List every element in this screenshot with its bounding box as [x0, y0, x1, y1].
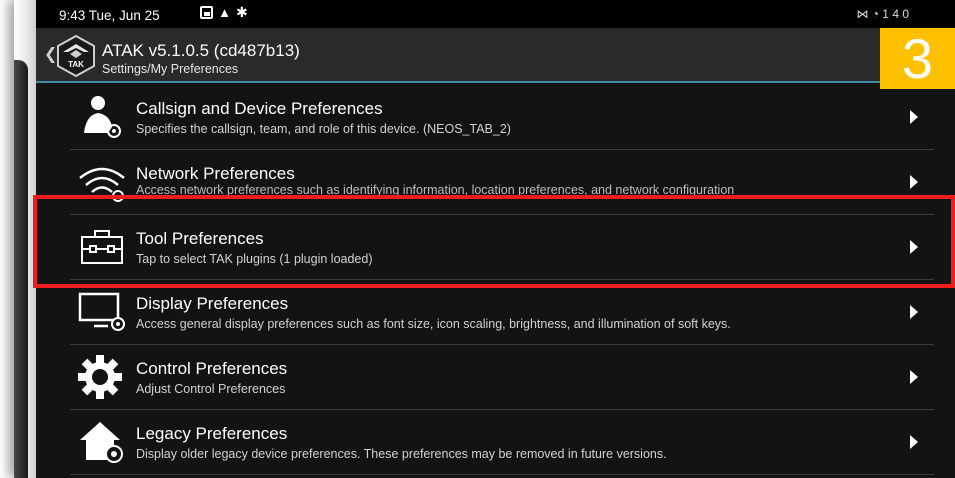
device-bezel-shadow: [14, 60, 28, 478]
pref-title: Callsign and Device Preferences: [136, 99, 383, 118]
notification-icon: ▲: [218, 5, 231, 20]
status-bar: 9:43 Tue, Jun 25 ▲ ✱ ⋈ ◔ 1 4 0: [36, 0, 955, 28]
pref-item-display[interactable]: Display Preferences Access general displ…: [70, 280, 934, 345]
chevron-right-icon: [910, 435, 918, 449]
pref-description: Specifies the callsign, team, and role o…: [136, 122, 511, 136]
gear-icon: [78, 355, 122, 399]
app-bar-divider: [36, 81, 955, 83]
chevron-right-icon: [910, 110, 918, 124]
house-gear-icon: [80, 422, 123, 463]
highlight-box: [33, 195, 955, 288]
pref-title: Display Preferences: [136, 294, 289, 313]
chevron-right-icon: [910, 370, 918, 384]
pref-item-callsign-device[interactable]: Callsign and Device Preferences Specifie…: [70, 85, 934, 150]
settings-icon: ✱: [236, 4, 248, 20]
monitor-gear-icon: [78, 292, 125, 331]
gallery-icon: [200, 6, 213, 19]
pref-description: Display older legacy device preferences.…: [136, 447, 667, 461]
app-title: ATAK v5.1.0.5 (cd487b13): [102, 41, 300, 60]
pref-item-control[interactable]: Control Preferences Adjust Control Prefe…: [70, 345, 934, 410]
pref-item-legacy[interactable]: Legacy Preferences Display older legacy …: [70, 410, 934, 475]
breadcrumb: Settings/My Preferences: [102, 62, 239, 76]
pref-description: Adjust Control Preferences: [136, 382, 286, 396]
status-time: 9:43 Tue, Jun 25: [59, 8, 160, 23]
logo-text: TAK: [68, 60, 84, 69]
step-number-badge: 3: [880, 28, 955, 89]
app-bar: ❮ TAK ATAK v5.1.0.5 (cd487b13) Settings/…: [36, 28, 955, 83]
status-right-icons: ⋈ ◔ 1 4 0: [856, 7, 909, 21]
pref-title: Legacy Preferences: [136, 424, 288, 443]
pref-description: Access general display preferences such …: [136, 317, 731, 331]
chevron-right-icon: [910, 305, 918, 319]
status-icons: ▲ ✱: [200, 4, 249, 20]
chevron-right-icon: [910, 175, 918, 189]
person-gear-icon: [84, 96, 121, 138]
pref-title: Network Preferences: [136, 164, 295, 183]
tak-logo-icon[interactable]: TAK: [54, 34, 98, 78]
pref-title: Control Preferences: [136, 359, 288, 378]
